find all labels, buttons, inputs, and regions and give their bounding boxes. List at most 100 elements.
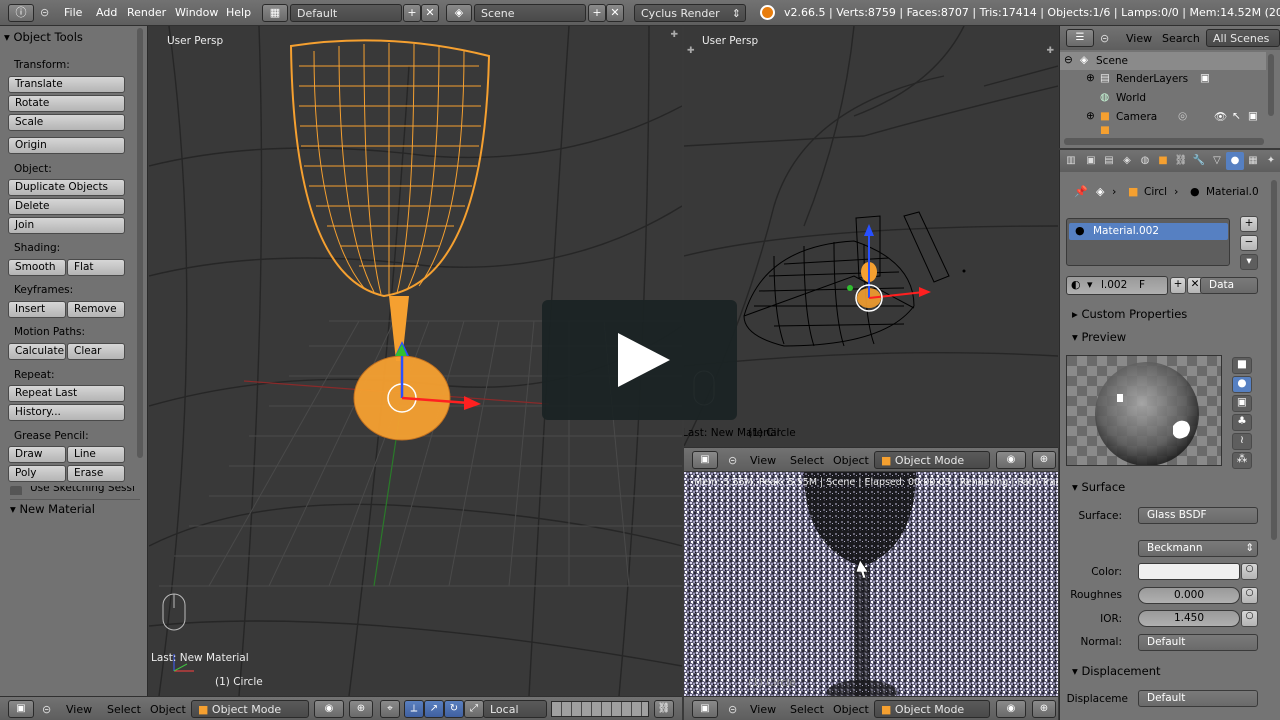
- insert-keyframe-button[interactable]: Insert: [8, 301, 66, 318]
- texture-tab-icon[interactable]: ▦: [1244, 152, 1262, 170]
- calculate-button[interactable]: Calculate: [8, 343, 66, 360]
- lock-camera-icon[interactable]: ⛓: [654, 700, 674, 718]
- join-button[interactable]: Join: [8, 217, 125, 234]
- collapse-menu-icon[interactable]: ⊝: [728, 703, 737, 716]
- collapse-icon[interactable]: ⊖: [1064, 54, 1073, 66]
- duplicate-objects-button[interactable]: Duplicate Objects: [8, 179, 125, 196]
- remove-layout-icon[interactable]: ✕: [421, 4, 439, 22]
- object-menu[interactable]: Object: [833, 454, 869, 467]
- particles-tab-icon[interactable]: ✦: [1262, 152, 1280, 170]
- history-button[interactable]: History...: [8, 404, 125, 421]
- render-camera-icon[interactable]: ▣: [1248, 110, 1258, 122]
- preview-monkey-icon[interactable]: ♣: [1232, 414, 1252, 431]
- distribution-dropdown[interactable]: Beckmann ⇕: [1138, 540, 1258, 557]
- line-button[interactable]: Line: [67, 446, 125, 463]
- tool-shelf-scrollbar[interactable]: [137, 28, 143, 458]
- translate-button[interactable]: Translate: [8, 76, 125, 93]
- world-tab-icon[interactable]: ◍: [1136, 152, 1154, 170]
- menu-render[interactable]: Render: [127, 6, 166, 19]
- view-menu[interactable]: View: [750, 703, 776, 716]
- outliner-h-scrollbar[interactable]: [1064, 138, 1264, 145]
- pin-icon[interactable]: 📌: [1074, 185, 1088, 198]
- pivot-point-icon[interactable]: ⊕: [349, 700, 373, 718]
- menu-add[interactable]: Add: [96, 6, 117, 19]
- outliner-row-renderlayers[interactable]: ⊕ ▤ RenderLayers ▣: [1060, 70, 1266, 88]
- material-datablock-field[interactable]: ◐ ▾ l.002 F: [1066, 276, 1168, 295]
- surface-shader-dropdown[interactable]: Glass BSDF: [1138, 507, 1258, 524]
- clear-button[interactable]: Clear: [67, 343, 125, 360]
- scene-icon[interactable]: ◈: [446, 4, 472, 22]
- material-browse-icon[interactable]: ◐: [1071, 278, 1081, 291]
- editor-type-3d-icon[interactable]: ▣: [8, 700, 34, 718]
- manipulator-toggle-icon[interactable]: ⟂: [404, 700, 424, 718]
- preview-sky-icon[interactable]: ⁂: [1232, 452, 1252, 469]
- draw-button[interactable]: Draw: [8, 446, 66, 463]
- modifiers-tab-icon[interactable]: 🔧: [1190, 152, 1208, 170]
- remove-slot-button[interactable]: −: [1240, 235, 1258, 251]
- preview-flat-icon[interactable]: ■: [1232, 357, 1252, 374]
- scene-tab-icon[interactable]: ◈: [1118, 152, 1136, 170]
- properties-scrollbar[interactable]: [1271, 180, 1277, 540]
- link-dropdown[interactable]: Data: [1200, 277, 1258, 294]
- menu-file[interactable]: File: [64, 6, 82, 19]
- add-layout-icon[interactable]: +: [403, 4, 421, 22]
- roughness-link-icon[interactable]: ○: [1241, 587, 1258, 604]
- expand-icon[interactable]: ⊕: [1086, 110, 1095, 122]
- add-scene-icon[interactable]: +: [588, 4, 606, 22]
- preview-sphere-icon[interactable]: ●: [1232, 376, 1252, 393]
- render-engine-dropdown[interactable]: Cyclus Render ⇕: [634, 4, 746, 22]
- ior-link-icon[interactable]: ○: [1241, 610, 1258, 627]
- material-slots-list[interactable]: ● Material.002: [1066, 218, 1230, 266]
- region-split-icon-right[interactable]: ✚: [1046, 46, 1054, 56]
- selectable-arrow-icon[interactable]: ↖: [1232, 110, 1241, 122]
- fake-user-toggle[interactable]: F: [1139, 279, 1145, 291]
- secondary-3d-viewport[interactable]: User Persp ✚ ✚ Last: New Material (1) Ci…: [684, 26, 1058, 447]
- collapse-menu-icon[interactable]: ⊝: [40, 6, 49, 19]
- material-tab-icon[interactable]: ●: [1226, 152, 1244, 170]
- render-tab-icon[interactable]: ▣: [1082, 152, 1100, 170]
- outliner-search-menu[interactable]: Search: [1162, 32, 1200, 45]
- viewport-shading-icon[interactable]: ◉: [996, 451, 1026, 469]
- slot-specials-button[interactable]: ▾: [1240, 254, 1258, 270]
- color-swatch[interactable]: [1138, 563, 1240, 580]
- select-menu[interactable]: Select: [790, 454, 824, 467]
- material-name-field[interactable]: l.002: [1101, 279, 1127, 291]
- outliner-scrollbar[interactable]: [1268, 54, 1274, 116]
- displacement-input-dropdown[interactable]: Default: [1138, 690, 1258, 707]
- rendered-viewport[interactable]: Mem: 5.55M, Peak: 5.55M | Scene | Elapse…: [684, 472, 1058, 696]
- remove-keyframe-button[interactable]: Remove: [67, 301, 125, 318]
- region-split-icon[interactable]: ✚: [670, 30, 678, 40]
- mode-dropdown[interactable]: ■ Object Mode: [874, 700, 990, 718]
- outliner-view-menu[interactable]: View: [1126, 32, 1152, 45]
- preview-hair-icon[interactable]: ≀: [1232, 433, 1252, 450]
- rotate-manipulator-icon[interactable]: ↻: [444, 700, 464, 718]
- camera-link-icon[interactable]: ▣: [1200, 72, 1210, 84]
- editor-type-3d-icon[interactable]: ▣: [692, 700, 718, 718]
- preview-cube-icon[interactable]: ▣: [1232, 395, 1252, 412]
- outliner-row-camera[interactable]: ⊕ ■ Camera ◎ 👁 ↖ ▣: [1060, 108, 1266, 126]
- new-material-operator-header[interactable]: ▾ New Material: [10, 499, 140, 516]
- add-slot-button[interactable]: +: [1240, 216, 1258, 232]
- scene-field[interactable]: Scene: [474, 4, 586, 22]
- new-material-button[interactable]: +: [1170, 277, 1186, 294]
- editor-type-info-icon[interactable]: ⓘ: [8, 4, 34, 22]
- mode-dropdown[interactable]: ■ Object Mode: [874, 451, 990, 469]
- custom-properties-header[interactable]: ▸ Custom Properties: [1072, 307, 1187, 321]
- translate-manipulator-icon[interactable]: ↗: [424, 700, 444, 718]
- video-play-button[interactable]: [542, 300, 737, 420]
- render-layers-tab-icon[interactable]: ▤: [1100, 152, 1118, 170]
- color-link-icon[interactable]: ○: [1241, 563, 1258, 580]
- select-menu[interactable]: Select: [790, 703, 824, 716]
- repeat-last-button[interactable]: Repeat Last: [8, 385, 125, 402]
- poly-button[interactable]: Poly: [8, 465, 66, 482]
- origin-button[interactable]: Origin: [8, 137, 125, 154]
- pivot-point-icon[interactable]: ⊕: [1032, 700, 1056, 718]
- flat-button[interactable]: Flat: [67, 259, 125, 276]
- data-tab-icon[interactable]: ▽: [1208, 152, 1226, 170]
- remove-scene-icon[interactable]: ✕: [606, 4, 624, 22]
- select-menu[interactable]: Select: [107, 703, 141, 716]
- ior-field[interactable]: 1.450: [1138, 610, 1240, 627]
- preview-header[interactable]: ▾ Preview: [1072, 330, 1126, 344]
- outliner-row-scene[interactable]: ⊖ ◈ Scene: [1060, 52, 1266, 70]
- region-split-icon[interactable]: ✚: [687, 46, 695, 56]
